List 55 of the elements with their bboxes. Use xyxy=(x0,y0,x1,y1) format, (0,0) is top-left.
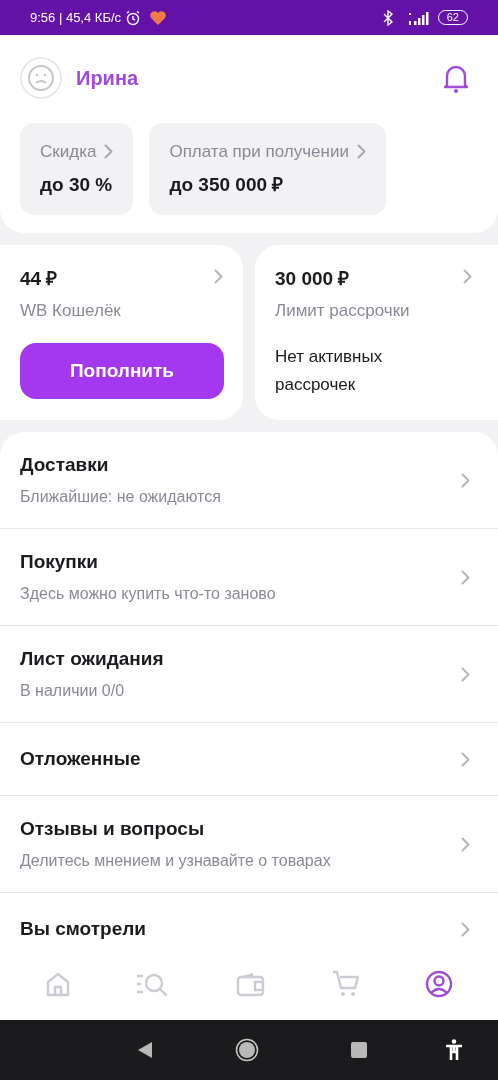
menu-item-title: Лист ожидания xyxy=(20,646,165,671)
menu-item[interactable]: Покупки Здесь можно купить что-то заново xyxy=(0,529,498,626)
wallet-label: WB Кошелёк xyxy=(20,299,122,322)
installment-amount: 30 000 ₽ xyxy=(275,267,350,291)
wallet-icon[interactable] xyxy=(236,971,266,997)
wallet-card[interactable]: 44 ₽ WB Кошелёк Пополнить xyxy=(0,245,243,420)
recents-icon[interactable] xyxy=(351,1042,367,1058)
installment-card[interactable]: 30 000 ₽ Лимит рассрочки Нет активных рассрочек xyxy=(255,245,498,420)
perk-value: до 350 000 ₽ xyxy=(169,172,285,197)
menu-item[interactable]: Вы смотрели xyxy=(0,893,498,948)
chevron-icon xyxy=(461,751,470,767)
perk-card[interactable]: Скидка до 30 % xyxy=(20,123,134,215)
back-icon[interactable] xyxy=(137,1041,153,1059)
menu-item-title: Покупки xyxy=(20,549,99,574)
chevron-icon xyxy=(461,922,470,937)
menu-item-title: Доставки xyxy=(20,452,110,477)
chevron-icon xyxy=(461,569,470,585)
chevron-icon xyxy=(214,269,223,284)
menu-item-subtitle: В наличии 0/0 xyxy=(20,681,126,702)
accessibility-icon[interactable] xyxy=(445,1039,463,1061)
cart-icon[interactable] xyxy=(331,970,360,998)
chevron-icon xyxy=(356,144,366,160)
profile-icon[interactable] xyxy=(425,970,454,998)
installment-label: Лимит рассрочки xyxy=(275,299,411,322)
menu-item-title: Отзывы и вопросы xyxy=(20,816,206,841)
home-button-icon[interactable] xyxy=(235,1038,259,1062)
menu-item-title: Отложенные xyxy=(20,746,142,771)
avatar-icon[interactable] xyxy=(20,57,62,99)
chevron-icon xyxy=(461,836,470,852)
heart-icon xyxy=(149,9,168,26)
menu-item-subtitle: Здесь можно купить что-то заново xyxy=(20,584,277,605)
status-time: 9:56 | 45,4 КБ/с xyxy=(30,8,122,27)
chevron-icon xyxy=(461,666,470,682)
chevron-icon xyxy=(104,144,114,160)
chevron-icon xyxy=(461,472,470,488)
user-name[interactable]: Ирина xyxy=(76,63,139,93)
menu-item-title: Вы смотрели xyxy=(20,917,147,942)
perk-value: до 30 % xyxy=(40,172,114,197)
bluetooth-icon xyxy=(381,9,394,26)
wallet-amount: 44 ₽ xyxy=(20,267,58,291)
perk-label: Оплата при получении xyxy=(169,141,349,163)
menu-item[interactable]: Отзывы и вопросы Делитесь мнением и узнавайте о товарах xyxy=(0,796,498,893)
menu-item[interactable]: Лист ожидания В наличии 0/0 xyxy=(0,626,498,723)
chevron-icon xyxy=(463,269,472,284)
menu-item[interactable]: Доставки Ближайшие: не ожидаются xyxy=(0,432,498,529)
top-up-button[interactable]: Пополнить xyxy=(20,343,224,399)
home-icon[interactable] xyxy=(44,971,71,997)
bell-icon[interactable] xyxy=(442,63,470,93)
perk-label: Скидка xyxy=(40,141,97,163)
perk-card[interactable]: Оплата при получении до 350 000 ₽ xyxy=(149,123,386,215)
installment-note: Нет активных рассрочек xyxy=(275,346,384,396)
menu-item-subtitle: Ближайшие: не ожидаются xyxy=(20,487,222,508)
alarm-icon xyxy=(125,9,142,26)
menu-item[interactable]: Отложенные xyxy=(0,723,498,796)
menu-item-subtitle: Делитесь мнением и узнавайте о товарах xyxy=(20,851,332,872)
